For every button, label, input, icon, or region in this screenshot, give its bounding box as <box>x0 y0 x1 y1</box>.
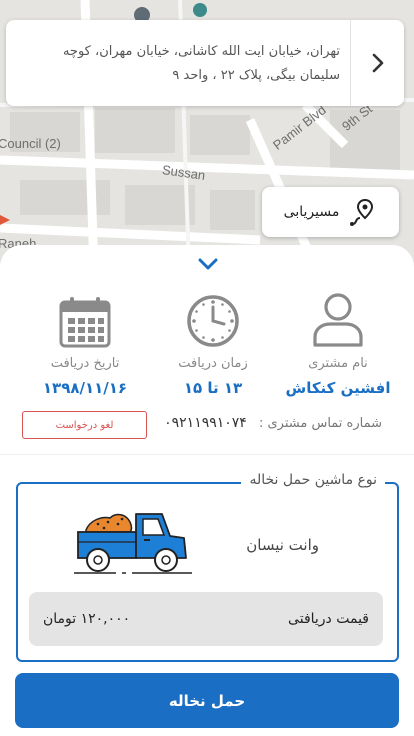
vehicle-type-box: نوع ماشین حمل نخاله وانت نیسان قیمت دریا… <box>16 472 399 662</box>
vehicle-legend: نوع ماشین حمل نخاله <box>241 472 385 488</box>
chevron-down-icon[interactable] <box>198 257 218 271</box>
clock-icon <box>187 295 239 347</box>
order-info-row: تاریخ دریافت ۱۳۹۸/۱۱/۱۶ زمان دریافت ۱۳ ت… <box>0 290 414 400</box>
order-sheet: تاریخ دریافت ۱۳۹۸/۱۱/۱۶ زمان دریافت ۱۳ ت… <box>0 245 414 736</box>
routing-button[interactable]: مسیریابی <box>262 187 399 237</box>
customer-phone-row: شماره تماس مشتری : ۰۹۲۱۱۹۹۱۰۷۴ <box>164 415 382 431</box>
time-label: زمان دریافت <box>178 356 248 371</box>
customer-value: افشین کنکاش <box>285 379 391 397</box>
divider <box>0 454 414 455</box>
price-value: ۱۲۰,۰۰۰ تومان <box>43 611 131 627</box>
phone-label: شماره تماس مشتری : <box>258 416 382 431</box>
phone-value[interactable]: ۰۹۲۱۱۹۹۱۰۷۴ <box>164 415 247 431</box>
routing-label: مسیریابی <box>283 204 340 220</box>
calendar-icon <box>59 297 111 348</box>
map-label: Council (2) <box>0 136 61 151</box>
route-pin-icon <box>350 198 374 226</box>
address-text: تهران، خیابان ایت الله کاشانی، خیابان مه… <box>62 44 340 83</box>
customer-label: نام مشتری <box>308 356 368 371</box>
vehicle-name: وانت نیسان <box>246 536 319 554</box>
address-forward-button[interactable] <box>350 20 404 106</box>
price-bar: قیمت دریافتی ۱۲۰,۰۰۰ تومان <box>29 592 383 646</box>
customer-column: نام مشتری افشین کنکاش <box>278 290 398 397</box>
carry-debris-button[interactable]: حمل نخاله <box>15 673 399 728</box>
chevron-right-icon <box>372 53 383 73</box>
user-icon <box>313 293 363 347</box>
price-label: قیمت دریافتی <box>288 611 369 627</box>
date-label: تاریخ دریافت <box>50 356 120 371</box>
cancel-request-button[interactable]: لغو درخواست <box>22 411 147 439</box>
pickup-truck-icon <box>74 513 192 574</box>
time-column: زمان دریافت ۱۳ تا ۱۵ <box>153 290 273 397</box>
address-card[interactable]: تهران، خیابان ایت الله کاشانی، خیابان مه… <box>6 20 404 106</box>
date-value: ۱۳۹۸/۱۱/۱۶ <box>42 379 128 397</box>
time-value: ۱۳ تا ۱۵ <box>183 379 243 397</box>
date-column: تاریخ دریافت ۱۳۹۸/۱۱/۱۶ <box>25 290 145 397</box>
